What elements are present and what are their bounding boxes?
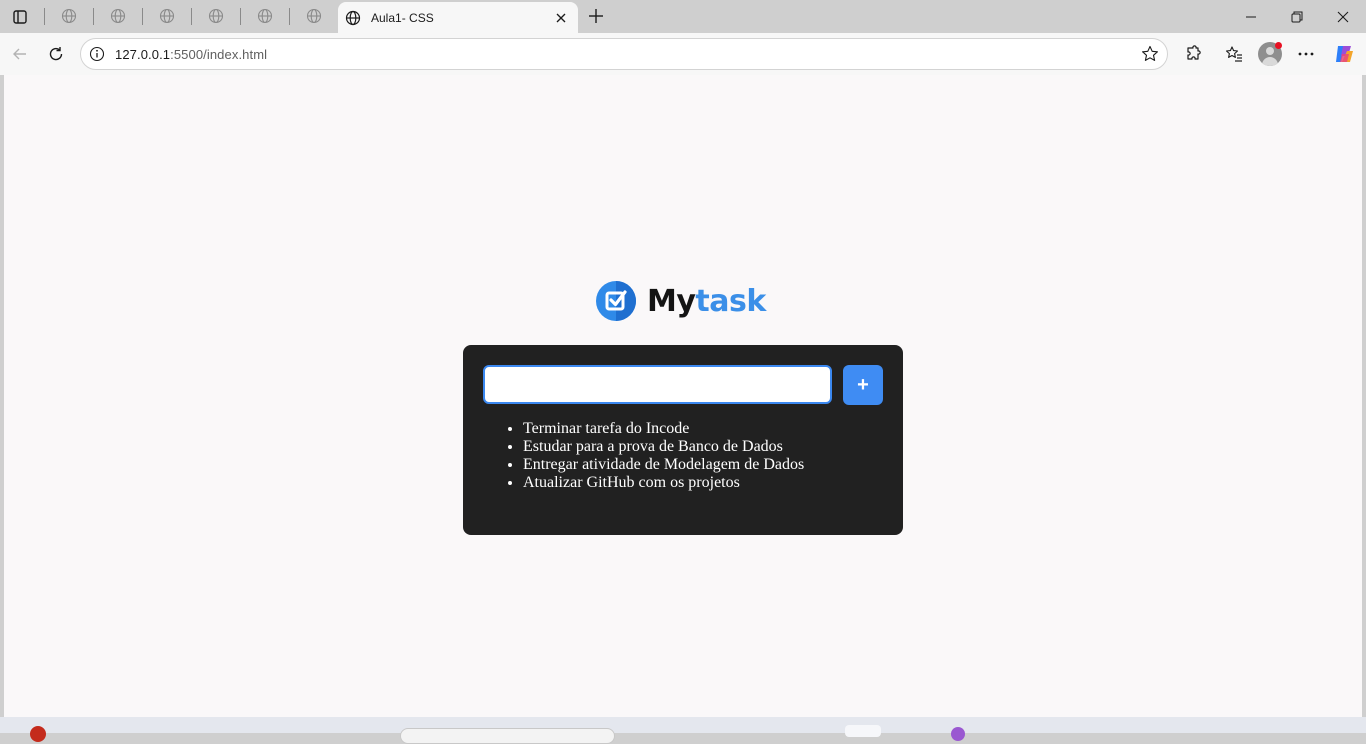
- url-host: 127.0.0.1: [115, 47, 171, 62]
- pinned-tab[interactable]: [45, 5, 93, 27]
- list-item[interactable]: Terminar tarefa do Incode: [523, 420, 804, 438]
- extensions-icon[interactable]: [1179, 40, 1207, 68]
- logo-text: Mytask: [647, 284, 766, 319]
- taskbar-app-badge-icon[interactable]: [951, 727, 965, 741]
- copilot-icon[interactable]: [1330, 40, 1358, 68]
- taskbar-app-icon[interactable]: [845, 725, 881, 737]
- tab-active[interactable]: Aula1- CSS: [338, 2, 578, 33]
- add-task-button-label: +: [857, 373, 869, 396]
- globe-icon: [110, 8, 126, 24]
- favorites-icon[interactable]: [1220, 40, 1248, 68]
- pinned-tab[interactable]: [241, 5, 289, 27]
- close-tab-icon[interactable]: [553, 10, 569, 26]
- url-text: 127.0.0.1:5500/index.html: [115, 47, 267, 62]
- minimize-icon[interactable]: [1228, 0, 1274, 33]
- pinned-tab[interactable]: [94, 5, 142, 27]
- favorite-star-icon[interactable]: [1141, 45, 1159, 63]
- add-task-button[interactable]: +: [843, 365, 883, 405]
- browser-toolbar: 127.0.0.1:5500/index.html: [0, 33, 1366, 75]
- globe-icon: [306, 8, 322, 24]
- new-tab-icon[interactable]: [585, 5, 607, 27]
- globe-icon: [61, 8, 77, 24]
- list-item[interactable]: Estudar para a prova de Banco de Dados: [523, 438, 804, 456]
- weather-badge-icon[interactable]: [30, 726, 46, 742]
- globe-icon: [257, 8, 273, 24]
- globe-icon: [345, 10, 361, 25]
- globe-icon: [159, 8, 175, 24]
- os-taskbar: [0, 717, 1366, 744]
- taskbar-search-box[interactable]: [400, 728, 615, 744]
- list-item[interactable]: Entregar atividade de Modelagem de Dados: [523, 456, 804, 474]
- pinned-tab[interactable]: [290, 5, 338, 27]
- pinned-tab[interactable]: [192, 5, 240, 27]
- address-bar[interactable]: 127.0.0.1:5500/index.html: [80, 38, 1168, 70]
- tab-actions-icon[interactable]: [8, 6, 32, 28]
- url-path: :5500/index.html: [170, 47, 268, 62]
- list-item[interactable]: Atualizar GitHub com os projetos: [523, 474, 804, 492]
- logo-text-my: My: [647, 283, 696, 319]
- tab-title: Aula1- CSS: [371, 10, 434, 25]
- notification-dot: [1275, 42, 1282, 49]
- back-icon[interactable]: [6, 40, 34, 68]
- check-square-icon: [596, 281, 636, 321]
- page-viewport: Mytask + Terminar tarefa do Incode Estud…: [4, 75, 1362, 717]
- site-info-icon[interactable]: [89, 46, 105, 62]
- app-logo: Mytask: [596, 280, 766, 322]
- restore-icon[interactable]: [1274, 0, 1320, 33]
- task-input[interactable]: [483, 365, 832, 404]
- logo-text-task: task: [695, 283, 766, 319]
- close-icon[interactable]: [1320, 0, 1366, 33]
- globe-icon: [208, 8, 224, 24]
- task-list: Terminar tarefa do Incode Estudar para a…: [523, 420, 804, 492]
- task-card: + Terminar tarefa do Incode Estudar para…: [463, 345, 903, 535]
- pinned-tab[interactable]: [143, 5, 191, 27]
- tab-strip: Aula1- CSS: [0, 0, 1366, 33]
- more-menu-icon[interactable]: [1292, 40, 1320, 68]
- reload-icon[interactable]: [42, 40, 70, 68]
